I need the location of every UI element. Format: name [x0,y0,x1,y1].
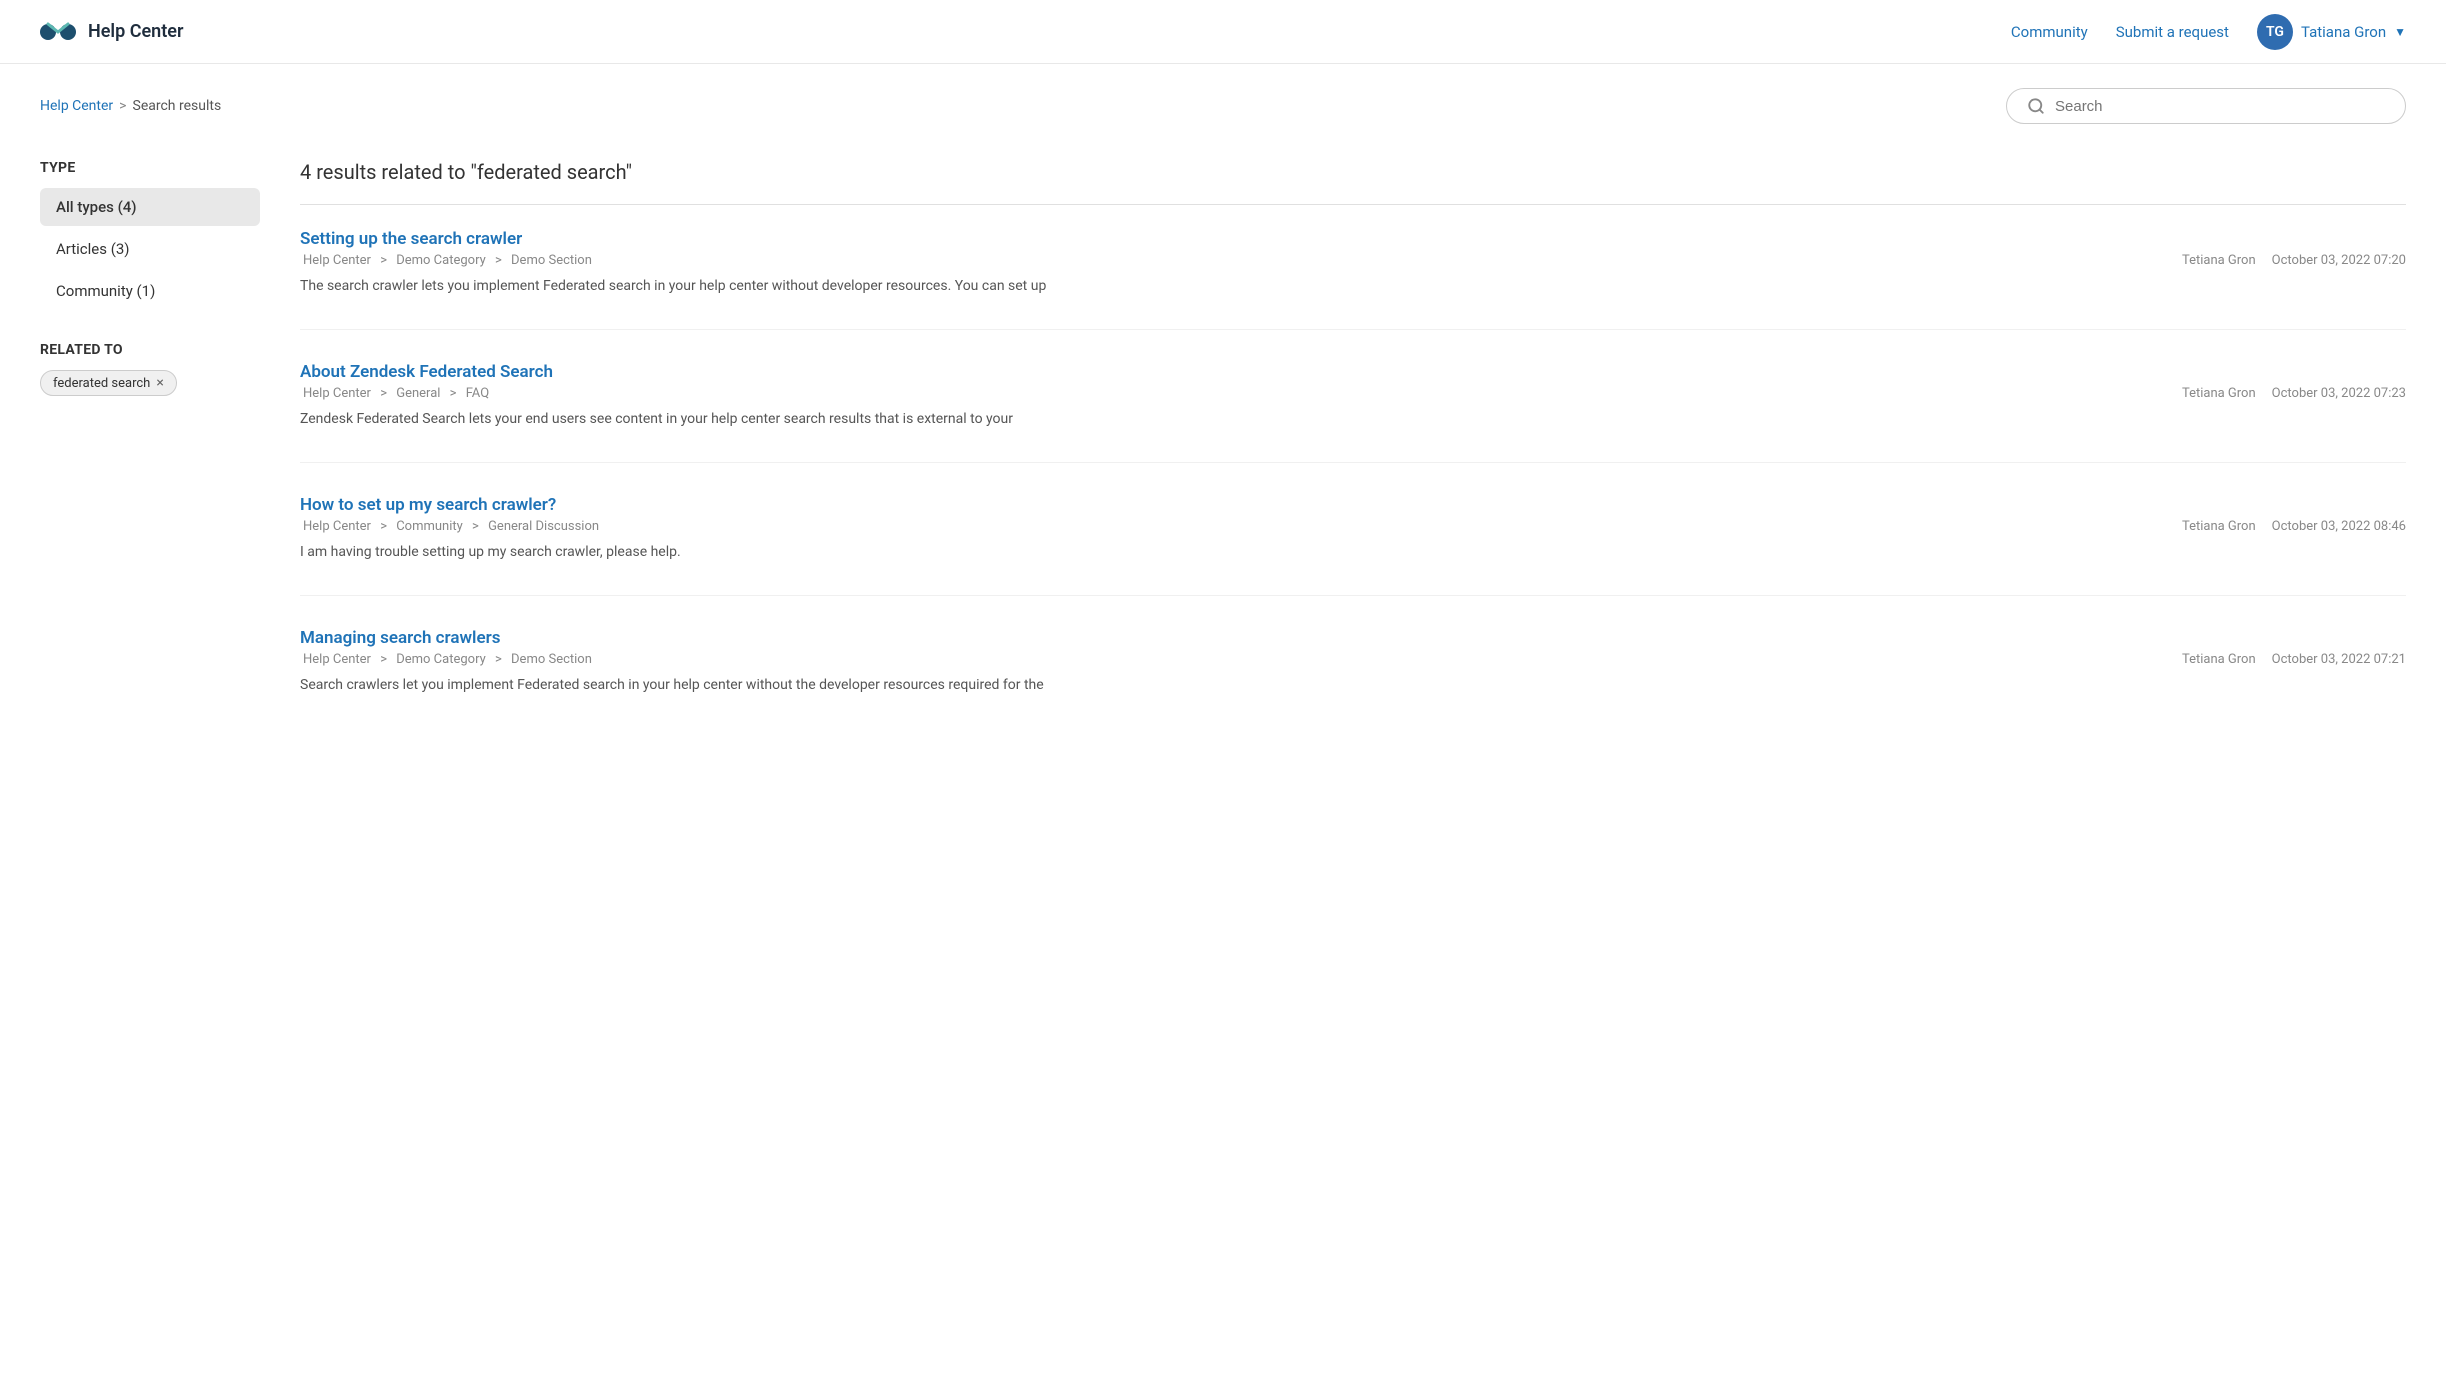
result-item: About Zendesk Federated Search Help Cent… [300,362,2406,463]
logo-icon [40,20,76,44]
results-divider [300,204,2406,205]
breadcrumb-separator: > [119,98,126,114]
result-author-date: Tetiana Gron October 03, 2022 07:20 [2182,253,2406,268]
result-meta-row: Help Center > Demo Category > Demo Secti… [300,253,2406,268]
result-meta-row: Help Center > Community > General Discus… [300,519,2406,534]
result-item: How to set up my search crawler? Help Ce… [300,495,2406,596]
submit-request-link[interactable]: Submit a request [2116,23,2229,41]
result-breadcrumb: Help Center > Demo Category > Demo Secti… [300,253,595,268]
top-bar: Help Center > Search results [0,64,2446,140]
tag-chip-federated-search[interactable]: federated search × [40,370,177,396]
community-link[interactable]: Community [2011,23,2088,41]
result-breadcrumb: Help Center > Demo Category > Demo Secti… [300,652,595,667]
result-meta-row: Help Center > Demo Category > Demo Secti… [300,652,2406,667]
result-title[interactable]: How to set up my search crawler? [300,495,2406,515]
type-filter-label: Type [40,160,260,176]
result-author: Tetiana Gron [2182,386,2256,401]
result-date: October 03, 2022 07:20 [2272,253,2406,268]
main-container: Type All types (4) Articles (3) Communit… [0,140,2446,800]
header-left: Help Center [40,20,183,44]
result-excerpt: The search crawler lets you implement Fe… [300,276,2406,297]
result-item: Setting up the search crawler Help Cente… [300,229,2406,330]
avatar: TG [2257,14,2293,50]
search-bar [2006,88,2406,124]
related-to-label: Related to [40,342,260,358]
header: Help Center Community Submit a request T… [0,0,2446,64]
result-author-date: Tetiana Gron October 03, 2022 07:23 [2182,386,2406,401]
result-author: Tetiana Gron [2182,652,2256,667]
remove-tag-icon[interactable]: × [156,375,163,391]
search-icon [2027,97,2045,115]
result-date: October 03, 2022 08:46 [2272,519,2406,534]
result-excerpt: Zendesk Federated Search lets your end u… [300,409,2406,430]
user-menu[interactable]: TG Tatiana Gron ▼ [2257,14,2406,50]
result-title[interactable]: About Zendesk Federated Search [300,362,2406,382]
result-date: October 03, 2022 07:23 [2272,386,2406,401]
sidebar: Type All types (4) Articles (3) Communit… [40,160,260,760]
result-breadcrumb: Help Center > General > FAQ [300,386,492,401]
breadcrumb-current: Search results [133,98,222,114]
user-name-label: Tatiana Gron [2301,23,2386,41]
filter-community[interactable]: Community (1) [40,272,260,310]
result-date: October 03, 2022 07:21 [2272,652,2406,667]
results-container: 4 results related to "federated search" … [300,160,2406,760]
filter-all-types[interactable]: All types (4) [40,188,260,226]
results-heading: 4 results related to "federated search" [300,160,2406,184]
result-title[interactable]: Setting up the search crawler [300,229,2406,249]
result-author: Tetiana Gron [2182,519,2256,534]
filter-articles[interactable]: Articles (3) [40,230,260,268]
search-input[interactable] [2055,98,2385,115]
result-excerpt: I am having trouble setting up my search… [300,542,2406,563]
site-title: Help Center [88,21,183,42]
chevron-down-icon: ▼ [2394,25,2406,39]
result-item: Managing search crawlers Help Center > D… [300,628,2406,728]
result-breadcrumb: Help Center > Community > General Discus… [300,519,602,534]
result-author: Tetiana Gron [2182,253,2256,268]
result-title[interactable]: Managing search crawlers [300,628,2406,648]
breadcrumb-home[interactable]: Help Center [40,98,113,114]
result-author-date: Tetiana Gron October 03, 2022 08:46 [2182,519,2406,534]
breadcrumb: Help Center > Search results [40,98,221,114]
header-right: Community Submit a request TG Tatiana Gr… [2011,14,2406,50]
result-author-date: Tetiana Gron October 03, 2022 07:21 [2182,652,2406,667]
result-meta-row: Help Center > General > FAQ Tetiana Gron… [300,386,2406,401]
result-excerpt: Search crawlers let you implement Federa… [300,675,2406,696]
